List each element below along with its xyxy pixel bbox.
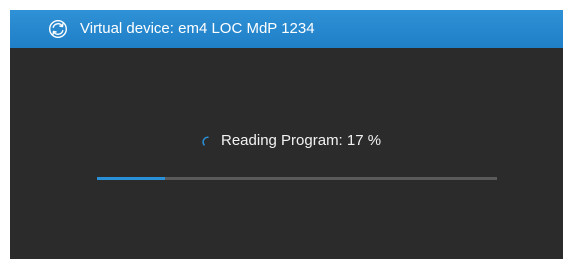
title-bar: Virtual device: em4 LOC MdP 1234	[10, 10, 563, 48]
status-row: Reading Program: 17 %	[10, 131, 563, 151]
dialog-body: Reading Program: 17 %	[10, 48, 563, 259]
progress-bar	[97, 177, 497, 180]
progress-bar-fill	[97, 177, 165, 180]
loading-spinner-icon	[202, 135, 214, 147]
refresh-sync-icon	[48, 19, 68, 39]
dialog-window: Virtual device: em4 LOC MdP 1234 Reading…	[10, 10, 563, 259]
window-title: Virtual device: em4 LOC MdP 1234	[80, 20, 315, 37]
status-label: Reading Program: 17 %	[221, 132, 382, 149]
